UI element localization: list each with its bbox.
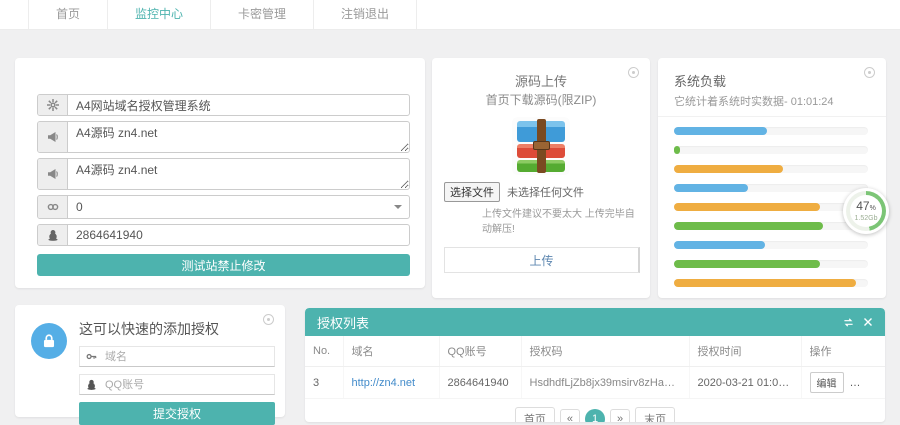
key-icon xyxy=(86,351,97,362)
notice-textarea-1[interactable]: A4源码 zn4.net xyxy=(68,122,409,152)
select-value: 0 xyxy=(68,196,409,218)
table-header-row: No. 域名 QQ账号 授权码 授权时间 操作 xyxy=(305,336,885,367)
cell-time: 2020-03-21 01:00:26 xyxy=(689,367,801,399)
option-select[interactable]: 0 xyxy=(37,195,410,219)
qq-field-group xyxy=(79,374,275,395)
system-load-subtitle: 它统计着系统时实数据- 01:01:24 xyxy=(674,93,868,109)
collapse-icon[interactable] xyxy=(628,67,639,78)
notice-group-1: A4源码 zn4.net xyxy=(37,121,410,153)
load-bar xyxy=(674,165,868,173)
notice-group-2: A4源码 zn4.net xyxy=(37,158,410,190)
site-settings-panel: A4源码 zn4.net A4源码 zn4.net 0 测试站禁止修改 xyxy=(15,58,425,288)
col-domain: 域名 xyxy=(343,336,439,367)
qq-icon xyxy=(38,225,68,245)
auth-list-header: 授权列表 xyxy=(305,308,885,336)
quick-auth-title: 这可以快速的添加授权 xyxy=(79,319,275,339)
gauge-label: 1.52Gb xyxy=(855,215,878,222)
load-bar xyxy=(674,184,868,192)
load-bar xyxy=(674,222,868,230)
upload-tip: 上传文件建议不要太大 上传完毕自动解压! xyxy=(482,205,640,235)
link-icon xyxy=(38,196,68,218)
page-last-button[interactable]: 末页 xyxy=(635,407,675,422)
notice-textarea-2[interactable]: A4源码 zn4.net xyxy=(68,159,409,189)
nav-item-home[interactable]: 首页 xyxy=(28,0,108,29)
auth-table: No. 域名 QQ账号 授权码 授权时间 操作 3 http://zn4.net… xyxy=(305,336,885,399)
quick-auth-panel: 这可以快速的添加授权 提交授权 xyxy=(15,305,285,417)
collapse-icon[interactable] xyxy=(263,314,274,325)
load-bar xyxy=(674,203,868,211)
load-bar xyxy=(674,260,868,268)
load-gauge: 47% 1.52Gb xyxy=(843,188,889,234)
nav-item-card-management[interactable]: 卡密管理 xyxy=(211,0,314,29)
page-next-button[interactable]: » xyxy=(610,409,630,422)
gear-icon xyxy=(38,95,68,115)
nav-item-logout[interactable]: 注销退出 xyxy=(314,0,417,29)
col-actions: 操作 xyxy=(801,336,885,367)
lock-icon xyxy=(31,323,67,359)
system-load-title: 系统负载 xyxy=(674,71,868,90)
load-bar xyxy=(674,127,868,135)
qq-group xyxy=(37,224,410,246)
source-upload-panel: 源码上传 首页下载源码(限ZIP) 选择文件 未选择任何文件 上传文件建议不要太… xyxy=(432,58,650,298)
no-file-text: 未选择任何文件 xyxy=(507,184,584,200)
qq-account-input[interactable] xyxy=(105,377,268,392)
system-load-panel: 系统负载 它统计着系统时实数据- 01:01:24 47% 1.52Gb xyxy=(658,58,886,298)
auth-list-title: 授权列表 xyxy=(317,313,369,332)
load-bar xyxy=(674,241,868,249)
announcement-icon xyxy=(38,159,68,189)
refresh-icon[interactable] xyxy=(843,317,854,328)
page-prev-button[interactable]: « xyxy=(560,409,580,422)
domain-input[interactable] xyxy=(105,349,268,364)
upload-title: 源码上传 xyxy=(432,71,650,90)
nav-item-monitor-center[interactable]: 监控中心 xyxy=(108,0,211,29)
upload-button[interactable]: 上传 xyxy=(444,247,640,273)
pagination: 首页 « 1 » 末页 xyxy=(305,407,885,422)
cell-qq: 2864641940 xyxy=(439,367,521,399)
gauge-percent: 47 xyxy=(856,199,869,213)
load-bar xyxy=(674,146,868,154)
caret-down-icon xyxy=(394,205,402,209)
collapse-icon[interactable] xyxy=(864,67,875,78)
qq-number-input[interactable] xyxy=(68,225,409,245)
col-time: 授权时间 xyxy=(689,336,801,367)
file-input-row: 选择文件 未选择任何文件 xyxy=(444,182,640,202)
domain-field-group xyxy=(79,346,275,367)
top-navbar: 首页 监控中心 卡密管理 注销退出 xyxy=(0,0,900,30)
load-bar xyxy=(674,279,868,287)
choose-file-button[interactable]: 选择文件 xyxy=(444,182,500,202)
page-current[interactable]: 1 xyxy=(585,409,605,422)
col-code: 授权码 xyxy=(521,336,689,367)
page-first-button[interactable]: 首页 xyxy=(515,407,555,422)
edit-button[interactable]: 编辑 xyxy=(810,372,844,393)
save-settings-button[interactable]: 测试站禁止修改 xyxy=(37,254,410,276)
site-name-group xyxy=(37,94,410,116)
close-icon[interactable] xyxy=(863,317,873,327)
qq-icon xyxy=(86,379,97,390)
upload-subtitle: 首页下载源码(限ZIP) xyxy=(432,91,650,108)
announcement-icon xyxy=(38,122,68,152)
cell-no: 3 xyxy=(305,367,343,399)
col-no: No. xyxy=(305,336,343,367)
table-row: 3 http://zn4.net 2864641940 HsdhdfLjZb8j… xyxy=(305,367,885,399)
rar-archive-icon xyxy=(512,117,570,175)
domain-link[interactable]: http://zn4.net xyxy=(352,377,416,389)
cell-auth-code: HsdhdfLjZb8jx39msirv8zHaDYHgi7Z xyxy=(521,367,689,399)
col-qq: QQ账号 xyxy=(439,336,521,367)
auth-list-panel: 授权列表 No. 域名 QQ账号 授权码 授权时间 操作 3 h xyxy=(305,308,885,422)
site-name-input[interactable] xyxy=(68,95,409,115)
